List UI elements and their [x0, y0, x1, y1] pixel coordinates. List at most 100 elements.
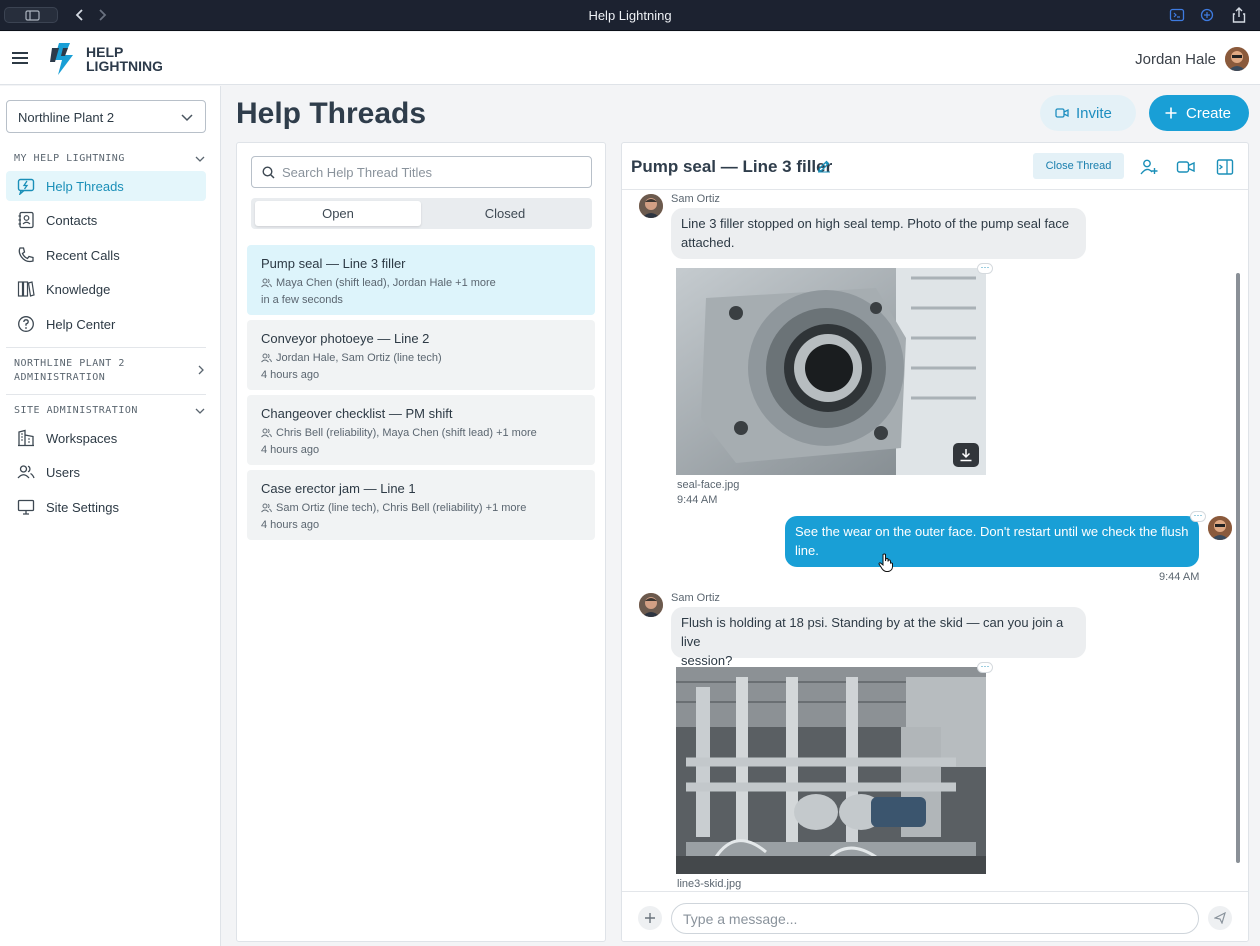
thread-participants: Chris Bell (reliability), Maya Chen (shi… [261, 427, 537, 439]
message-input[interactable] [671, 903, 1199, 934]
divider [6, 394, 206, 395]
chevron-down-icon [195, 408, 205, 414]
send-button[interactable] [1208, 906, 1232, 930]
download-icon [960, 449, 972, 462]
sidebar: Northline Plant 2 MY HELP LIGHTNING Help… [0, 86, 221, 946]
sidebar-item-site-settings[interactable]: Site Settings [6, 492, 206, 522]
sidebar-item-knowledge[interactable]: Knowledge [6, 274, 206, 304]
svg-text:LIGHTNING: LIGHTNING [86, 58, 162, 74]
sidebar-item-workspaces[interactable]: Workspaces [6, 423, 206, 453]
share-icon[interactable] [1231, 6, 1247, 24]
section-plant-administration[interactable]: NORTHLINE PLANT 2 ADMINISTRATION [14, 357, 205, 385]
section-my-help-lightning[interactable]: MY HELP LIGHTNING [14, 152, 205, 166]
participants-icon [261, 503, 272, 513]
message-list: Sam Ortiz Line 3 filler stopped on high … [622, 191, 1248, 891]
threads-icon [17, 178, 35, 195]
sidebar-item-label: Help Center [46, 317, 116, 332]
tab-open[interactable]: Open [255, 201, 421, 226]
attachment-filename: seal-face.jpg [677, 479, 740, 491]
video-camera-icon [1055, 108, 1069, 118]
divider [6, 347, 206, 348]
chat-header: Pump seal — Line 3 filler Close Thread [622, 143, 1248, 190]
participants-icon [261, 428, 272, 438]
sidebar-item-label: Workspaces [46, 431, 118, 446]
thread-participants: Jordan Hale, Sam Ortiz (line tech) [261, 352, 442, 364]
message-options-button[interactable]: ··· [977, 662, 993, 673]
participants-icon [261, 353, 272, 363]
sidebar-item-help-center[interactable]: Help Center [6, 309, 206, 339]
thread-time: 4 hours ago [261, 519, 320, 531]
message-bubble-outgoing: See the wear on the outer face. Don't re… [785, 516, 1199, 567]
thread-time: in a few seconds [261, 294, 343, 306]
sender-avatar [639, 593, 663, 617]
thread-item[interactable]: Changeover checklist — PM shift Chris Be… [247, 395, 595, 465]
sidebar-item-users[interactable]: Users [6, 457, 206, 487]
sidebar-item-contacts[interactable]: Contacts [6, 205, 206, 235]
thread-title: Changeover checklist — PM shift [261, 406, 453, 421]
user-avatar[interactable] [1225, 47, 1249, 71]
thread-title: Pump seal — Line 3 filler [261, 256, 406, 271]
thread-participants: Sam Ortiz (line tech), Chris Bell (relia… [261, 502, 526, 514]
attachment-filename: line3-skid.jpg [677, 878, 742, 890]
chat-scrollbar[interactable] [1236, 273, 1240, 863]
message-sender: Sam Ortiz [671, 592, 720, 604]
image-attachment-seal-face[interactable] [676, 268, 986, 475]
message-bubble: Flush is holding at 18 psi. Standing by … [671, 607, 1086, 668]
message-time: 9:44 AM [677, 494, 718, 506]
thread-title: Case erector jam — Line 1 [261, 481, 416, 496]
window-titlebar: Help Lightning [0, 0, 1260, 31]
message-bubble: Line 3 filler stopped on high seal temp.… [671, 208, 1086, 259]
message-time: 9:44 AM [1159, 571, 1200, 583]
app-header: HELP LIGHTNING Jordan Hale [0, 32, 1260, 85]
add-participant-icon[interactable] [1139, 157, 1159, 177]
video-call-icon[interactable] [1176, 157, 1196, 177]
sidebar-item-label: Site Settings [46, 500, 119, 515]
chevron-down-icon [195, 156, 205, 162]
invite-button[interactable]: Invite [1040, 95, 1136, 131]
image-attachment-line3-skid[interactable] [676, 667, 986, 874]
hamburger-menu-icon[interactable] [11, 49, 29, 67]
help-circle-icon [18, 316, 34, 332]
thread-search [251, 156, 592, 188]
sidebar-item-label: Recent Calls [46, 248, 120, 263]
buildings-icon [18, 429, 34, 447]
contacts-icon [18, 211, 34, 229]
thread-item[interactable]: Case erector jam — Line 1 Sam Ortiz (lin… [247, 470, 595, 540]
chevron-down-icon [181, 114, 193, 122]
own-avatar [1208, 516, 1232, 540]
thread-time: 4 hours ago [261, 369, 320, 381]
add-attachment-button[interactable] [638, 906, 662, 930]
toggle-details-panel-icon[interactable] [1215, 157, 1235, 177]
sidebar-item-recent-calls[interactable]: Recent Calls [6, 240, 206, 270]
user-name[interactable]: Jordan Hale [1135, 51, 1216, 68]
download-button[interactable] [953, 443, 979, 467]
tab-closed[interactable]: Closed [422, 201, 588, 226]
phone-icon [18, 247, 34, 263]
close-thread-button[interactable]: Close Thread [1033, 153, 1124, 179]
sidebar-item-help-threads[interactable]: Help Threads [6, 171, 206, 201]
chat-title: Pump seal — Line 3 filler [631, 157, 833, 176]
chat-panel: Pump seal — Line 3 filler Close Thread S… [621, 142, 1249, 942]
message-options-button[interactable]: ··· [1190, 511, 1206, 522]
extension-2-icon[interactable] [1199, 8, 1215, 22]
workspace-select[interactable]: Northline Plant 2 [6, 100, 206, 133]
monitor-icon [17, 499, 35, 515]
message-sender: Sam Ortiz [671, 193, 720, 205]
thread-participants: Maya Chen (shift lead), Jordan Hale +1 m… [261, 277, 496, 289]
section-site-administration[interactable]: SITE ADMINISTRATION [14, 404, 205, 418]
message-options-button[interactable]: ··· [977, 263, 993, 274]
chevron-right-icon [198, 365, 204, 375]
create-button[interactable]: Create [1149, 95, 1249, 131]
thread-item[interactable]: Pump seal — Line 3 filler Maya Chen (shi… [247, 245, 595, 315]
page-title: Help Threads [236, 97, 427, 130]
plus-icon [1165, 107, 1177, 119]
sender-avatar [639, 194, 663, 218]
edit-pencil-icon[interactable] [817, 159, 831, 173]
thread-item[interactable]: Conveyor photoeye — Line 2 Jordan Hale, … [247, 320, 595, 390]
thread-search-input[interactable] [282, 161, 582, 183]
thread-time: 4 hours ago [261, 444, 320, 456]
thread-title: Conveyor photoeye — Line 2 [261, 331, 430, 346]
participants-icon [261, 278, 272, 288]
skid-photo-illustration [676, 667, 986, 874]
extension-icon[interactable] [1169, 8, 1185, 22]
